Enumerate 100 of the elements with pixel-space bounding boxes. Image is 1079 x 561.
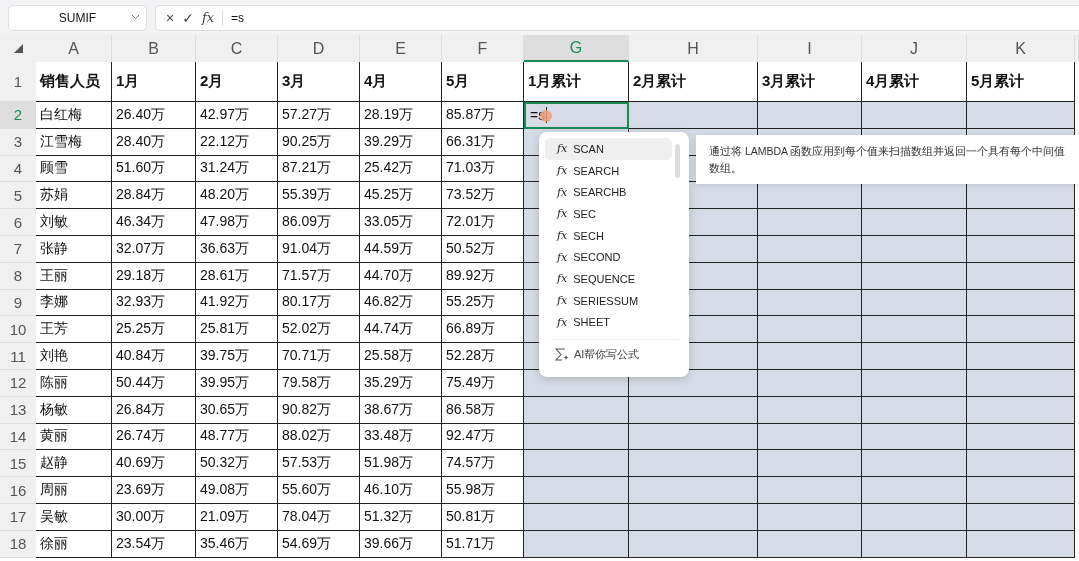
table-cell: 4月 bbox=[360, 62, 442, 102]
table-cell: 46.10万 bbox=[360, 477, 442, 504]
table-cell: 51.60万 bbox=[112, 155, 196, 183]
select-all-icon[interactable] bbox=[13, 44, 23, 53]
table-cell: 杨敏 bbox=[36, 396, 112, 424]
table-cell: 28.84万 bbox=[112, 182, 196, 210]
table-cell: 41.92万 bbox=[196, 289, 278, 317]
table-cell: 45.25万 bbox=[360, 182, 442, 210]
function-suggestion[interactable]: fx SEC bbox=[545, 203, 672, 225]
table-cell: 李娜 bbox=[36, 289, 112, 317]
row-header[interactable]: 15 bbox=[0, 450, 36, 478]
sigma-sparkle-icon bbox=[555, 348, 569, 362]
table-cell: 50.44万 bbox=[112, 369, 196, 397]
table-cell: 90.25万 bbox=[278, 128, 360, 156]
table-cell: 刘敏 bbox=[36, 209, 112, 236]
table-cell: 54.69万 bbox=[278, 530, 360, 558]
table-cell: 33.05万 bbox=[360, 209, 442, 236]
column-header[interactable]: B bbox=[112, 35, 196, 62]
tooltip-text: 数组。 bbox=[709, 161, 743, 176]
table-cell: 86.09万 bbox=[278, 209, 360, 236]
function-suggestion[interactable]: fx SHEET bbox=[545, 311, 672, 334]
table-cell: 徐丽 bbox=[36, 530, 112, 558]
row-header[interactable]: 13 bbox=[0, 396, 36, 424]
table-cell: 29.18万 bbox=[112, 262, 196, 290]
row-header[interactable]: 12 bbox=[0, 369, 36, 397]
table-cell: 白红梅 bbox=[36, 102, 112, 129]
table-cell: 48.77万 bbox=[196, 423, 278, 451]
row-header[interactable]: 11 bbox=[0, 343, 36, 370]
column-header[interactable]: J bbox=[862, 35, 967, 62]
table-cell: 28.19万 bbox=[360, 102, 442, 129]
row-header[interactable]: 4 bbox=[0, 155, 36, 183]
table-cell: 赵静 bbox=[36, 450, 112, 478]
row-header[interactable]: 18 bbox=[0, 530, 36, 558]
table-cell: 52.02万 bbox=[278, 316, 360, 344]
column-header[interactable]: H bbox=[629, 35, 758, 62]
function-suggestion[interactable]: fx SECH bbox=[545, 224, 672, 247]
formula-bar[interactable]: × ✓ fx =s bbox=[155, 4, 1079, 31]
table-cell: 90.82万 bbox=[278, 396, 360, 424]
table-cell: 28.61万 bbox=[196, 262, 278, 290]
table-cell: 39.95万 bbox=[196, 369, 278, 397]
name-box[interactable]: SUMIF bbox=[8, 4, 147, 31]
row-header[interactable]: 8 bbox=[0, 262, 36, 290]
row-header[interactable]: 1 bbox=[0, 62, 36, 102]
table-cell: 42.97万 bbox=[196, 102, 278, 129]
row-header[interactable]: 16 bbox=[0, 477, 36, 504]
function-suggestion[interactable]: fx SEARCHB bbox=[545, 181, 672, 204]
table-cell: 88.02万 bbox=[278, 423, 360, 451]
table-cell: 21.09万 bbox=[196, 503, 278, 531]
function-suggestion[interactable]: fx SERIESSUM bbox=[545, 289, 672, 312]
cancel-button[interactable]: × bbox=[166, 9, 175, 26]
row-header[interactable]: 7 bbox=[0, 236, 36, 263]
table-cell: 31.24万 bbox=[196, 155, 278, 183]
column-header[interactable]: E bbox=[360, 35, 442, 62]
column-header[interactable]: C bbox=[196, 35, 278, 62]
column-header[interactable]: F bbox=[442, 35, 524, 62]
table-cell: 25.81万 bbox=[196, 316, 278, 344]
table-cell: 黄丽 bbox=[36, 423, 112, 451]
table-cell: 王丽 bbox=[36, 262, 112, 290]
table-cell: 50.32万 bbox=[196, 450, 278, 478]
row-header[interactable]: 9 bbox=[0, 289, 36, 317]
function-button[interactable]: fx bbox=[201, 10, 215, 25]
table-cell: 张静 bbox=[36, 236, 112, 263]
function-suggestion[interactable]: fx SEQUENCE bbox=[545, 268, 672, 290]
column-header[interactable]: A bbox=[36, 35, 112, 62]
table-cell: 55.60万 bbox=[278, 477, 360, 504]
row-header[interactable]: 5 bbox=[0, 182, 36, 210]
table-cell: 70.71万 bbox=[278, 343, 360, 370]
row-header[interactable]: 10 bbox=[0, 316, 36, 344]
table-cell: 26.40万 bbox=[112, 102, 196, 129]
table-cell: 38.67万 bbox=[360, 396, 442, 424]
row-header[interactable]: 6 bbox=[0, 209, 36, 236]
table-cell: 57.27万 bbox=[278, 102, 360, 129]
table-cell: 80.17万 bbox=[278, 289, 360, 317]
table-cell: 44.70万 bbox=[360, 262, 442, 290]
table-cell: 28.40万 bbox=[112, 128, 196, 156]
column-header[interactable]: K bbox=[967, 35, 1075, 62]
table-cell: 30.00万 bbox=[112, 503, 196, 531]
scrollbar[interactable] bbox=[675, 144, 680, 178]
table-cell: 35.46万 bbox=[196, 530, 278, 558]
row-header[interactable]: 3 bbox=[0, 128, 36, 156]
table-cell: 刘艳 bbox=[36, 343, 112, 370]
row-header[interactable]: 17 bbox=[0, 503, 36, 531]
table-cell: 26.74万 bbox=[112, 423, 196, 451]
row-header[interactable]: 14 bbox=[0, 423, 36, 451]
table-cell: 25.25万 bbox=[112, 316, 196, 344]
table-cell: 46.82万 bbox=[360, 289, 442, 317]
function-suggestion[interactable]: fx SCAN bbox=[545, 138, 672, 160]
ai-formula-button[interactable]: AI帮你写公式 bbox=[545, 346, 646, 364]
table-cell: 44.59万 bbox=[360, 236, 442, 263]
table-cell: 吴敏 bbox=[36, 503, 112, 531]
active-cell[interactable]: =s bbox=[524, 102, 629, 129]
column-header[interactable]: I bbox=[758, 35, 862, 62]
column-header[interactable]: D bbox=[278, 35, 360, 62]
function-suggestion[interactable]: fx SEARCH bbox=[545, 159, 672, 182]
table-cell: 周丽 bbox=[36, 477, 112, 504]
table-cell: 57.53万 bbox=[278, 450, 360, 478]
formula-text: =s bbox=[231, 10, 245, 25]
chevron-icon bbox=[131, 13, 140, 20]
function-suggestion[interactable]: fx SECOND bbox=[545, 246, 672, 269]
confirm-button[interactable]: ✓ bbox=[182, 9, 194, 26]
